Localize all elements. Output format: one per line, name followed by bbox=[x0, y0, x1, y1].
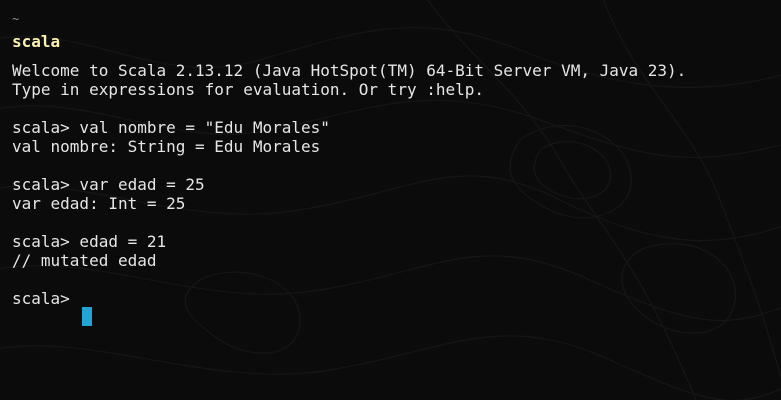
command-prompt[interactable]: scala> bbox=[12, 289, 686, 308]
terminal-window[interactable]: ~ scala Welcome to Scala 2.13.12 (Java H… bbox=[0, 0, 781, 400]
repl-output: val nombre: String = Edu Morales bbox=[12, 137, 321, 156]
welcome-line: Welcome to Scala 2.13.12 (Java HotSpot(T… bbox=[12, 61, 687, 80]
help-line: Type in expressions for evaluation. Or t… bbox=[12, 80, 485, 99]
terminal-output: Welcome to Scala 2.13.12 (Java HotSpot(T… bbox=[12, 61, 686, 308]
current-directory: ~ bbox=[12, 12, 20, 26]
repl-output: var edad: Int = 25 bbox=[12, 194, 186, 213]
repl-input: scala> edad = 21 bbox=[12, 232, 167, 251]
text-cursor[interactable] bbox=[82, 307, 92, 326]
session-title: scala bbox=[12, 32, 61, 51]
repl-output: // mutated edad bbox=[12, 251, 157, 270]
repl-input: scala> var edad = 25 bbox=[12, 175, 205, 194]
repl-input: scala> val nombre = "Edu Morales" bbox=[12, 118, 330, 137]
